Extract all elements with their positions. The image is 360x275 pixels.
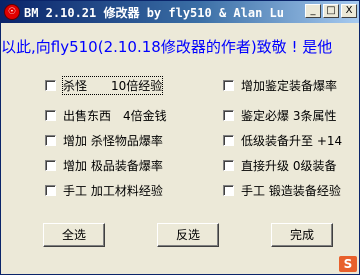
checkbox[interactable] (45, 79, 56, 91)
option-upgrade-level0[interactable]: 直接升级 0级装备 (223, 157, 336, 173)
checkbox[interactable] (223, 184, 234, 196)
window-title: BM 2.10.21 修改器 by fly510 & Alan Lu (24, 5, 284, 20)
checkbox[interactable] (45, 184, 56, 196)
main-window: ☉ BM 2.10.21 修改器 by fly510 & Alan Lu _ □… (0, 0, 360, 275)
option-identify-drop[interactable]: 增加鉴定装备爆率 (223, 77, 337, 93)
option-kill-exp[interactable]: 杀怪 10倍经验 (45, 75, 164, 95)
option-sell-money[interactable]: 出售东西 4倍金钱 (45, 107, 167, 123)
option-identify-3-attr[interactable]: 鉴定必爆 3条属性 (223, 107, 336, 123)
close-button[interactable]: X (341, 4, 357, 18)
option-label: 直接升级 0级装备 (241, 158, 337, 173)
option-label: 增加鉴定装备爆率 (241, 78, 338, 93)
option-label: 手工 锻造装备经验 (241, 183, 341, 198)
checkbox[interactable] (223, 134, 234, 146)
select-all-button[interactable]: 全选 (43, 223, 105, 247)
option-label: 鉴定必爆 3条属性 (241, 108, 337, 123)
invert-selection-button[interactable]: 反选 (157, 223, 219, 247)
option-monster-drop[interactable]: 增加 杀怪物品爆率 (45, 132, 163, 148)
checkbox[interactable] (45, 109, 56, 121)
option-rare-drop[interactable]: 增加 极品装备爆率 (45, 157, 163, 173)
scrolling-banner: 以此,向fly510(2.10.18修改器的作者)致敬 ! 是他 (1, 38, 333, 56)
option-label: 低级装备升至 +14 (241, 133, 343, 148)
option-label: 手工 加工材料经验 (63, 183, 163, 198)
checkbox[interactable] (45, 134, 56, 146)
checkbox[interactable] (223, 159, 234, 171)
option-label: 增加 极品装备爆率 (63, 158, 163, 173)
option-craft-forge-exp[interactable]: 手工 锻造装备经验 (223, 182, 341, 198)
minimize-button[interactable]: _ (305, 4, 321, 18)
option-label: 杀怪 10倍经验 (61, 75, 164, 95)
title-buttons: _ □ X (305, 4, 357, 18)
checkbox[interactable] (223, 109, 234, 121)
checkbox[interactable] (45, 159, 56, 171)
maximize-button[interactable]: □ (323, 4, 339, 18)
done-button[interactable]: 完成 (271, 223, 333, 247)
option-label: 出售东西 4倍金钱 (63, 108, 167, 123)
brand-logo-icon: S (339, 256, 357, 272)
checkbox[interactable] (223, 79, 234, 91)
option-upgrade-plus14[interactable]: 低级装备升至 +14 (223, 132, 342, 148)
app-icon[interactable]: ☉ (4, 4, 20, 20)
option-craft-material-exp[interactable]: 手工 加工材料经验 (45, 182, 163, 198)
option-label: 增加 杀怪物品爆率 (63, 133, 163, 148)
title-bar[interactable]: ☉ BM 2.10.21 修改器 by fly510 & Alan Lu _ □… (1, 1, 359, 23)
